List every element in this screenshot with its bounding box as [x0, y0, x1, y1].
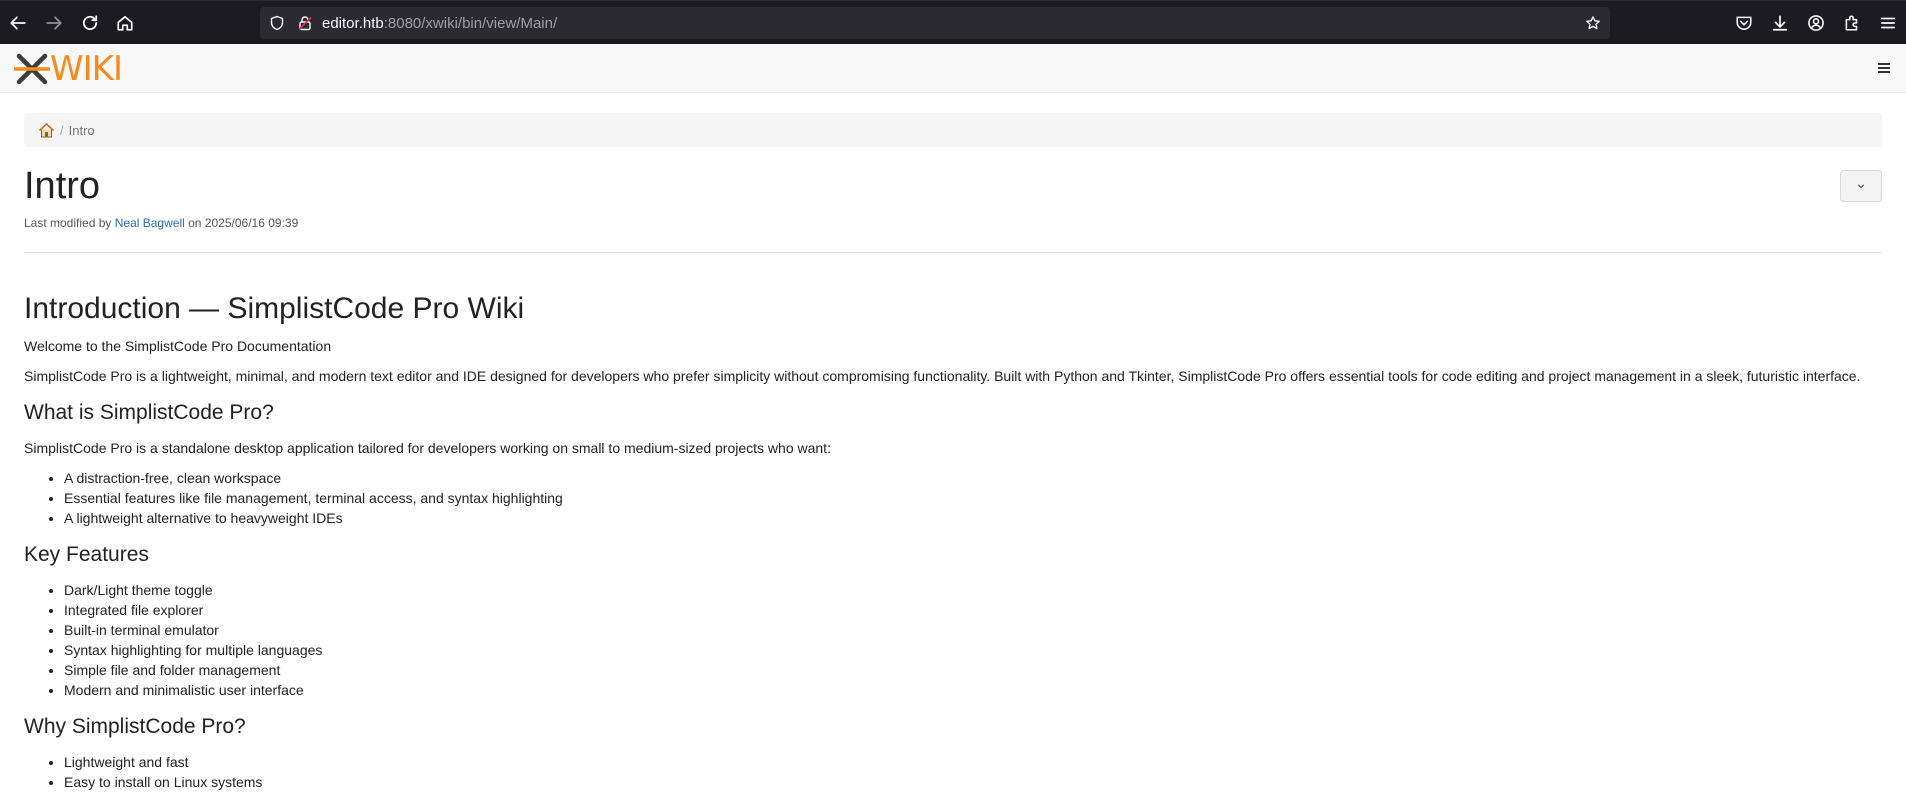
pocket-icon[interactable] — [1733, 12, 1755, 34]
breadcrumb-separator: / — [60, 122, 64, 138]
section-what-text: SimplistCode Pro is a standalone desktop… — [24, 440, 831, 456]
section-features-list: Dark/Light theme toggle Integrated file … — [24, 580, 1884, 700]
welcome-text: Welcome to the SimplistCode Pro Document… — [24, 338, 332, 354]
section-why-list: Lightweight and fast Easy to install on … — [24, 752, 1884, 792]
modified-date: 2025/06/16 09:39 — [204, 216, 299, 230]
section-features-title: Key Features — [24, 543, 149, 566]
intro-paragraph: SimplistCode Pro is a lightweight, minim… — [24, 368, 1861, 384]
page-actions-button[interactable] — [1840, 170, 1882, 202]
author-link[interactable]: Neal Bagwell — [115, 216, 185, 230]
section-what-title: What is SimplistCode Pro? — [24, 401, 274, 424]
bookmark-star-icon[interactable] — [1584, 14, 1602, 32]
address-bar[interactable]: editor.htb:8080/xwiki/bin/view/Main/ — [260, 7, 1610, 39]
list-item: Integrated file explorer — [64, 600, 1884, 620]
list-item: Lightweight and fast — [64, 752, 1884, 772]
list-item: Built-in terminal emulator — [64, 620, 1884, 640]
list-item: Simple file and folder management — [64, 660, 1884, 680]
home-icon[interactable] — [38, 122, 55, 139]
section-why-title: Why SimplistCode Pro? — [24, 715, 246, 738]
home-icon[interactable] — [111, 9, 139, 37]
xwiki-x-icon — [14, 53, 50, 85]
drawer-menu-icon[interactable] — [1876, 60, 1892, 76]
list-item: A lightweight alternative to heavyweight… — [64, 508, 1884, 528]
page-title: Intro — [24, 165, 101, 207]
logo-text: WIKI — [50, 49, 123, 89]
meta-on: on — [188, 216, 202, 230]
xwiki-header: WIKI — [0, 44, 1906, 93]
reload-icon[interactable] — [76, 9, 104, 37]
app-menu-icon[interactable] — [1877, 12, 1899, 34]
chevron-down-icon — [1857, 184, 1865, 189]
list-item: Dark/Light theme toggle — [64, 580, 1884, 600]
breadcrumb: / Intro — [24, 113, 1882, 147]
browser-toolbar: editor.htb:8080/xwiki/bin/view/Main/ — [0, 0, 1906, 44]
insecure-lock-icon[interactable] — [296, 14, 314, 32]
page-meta: Last modified by Neal Bagwell on 2025/06… — [24, 216, 298, 230]
extensions-icon[interactable] — [1841, 12, 1863, 34]
content-heading: Introduction — SimplistCode Pro Wiki — [24, 292, 525, 325]
downloads-icon[interactable] — [1769, 12, 1791, 34]
page-content: Introduction — SimplistCode Pro Wiki Wel… — [24, 288, 1884, 800]
list-item: Modern and minimalistic user interface — [64, 680, 1884, 700]
url-path: :8080/xwiki/bin/view/Main/ — [383, 15, 558, 32]
list-item: Essential features like file management,… — [64, 488, 1884, 508]
xwiki-logo[interactable]: WIKI — [14, 49, 123, 89]
section-what-list: A distraction-free, clean workspace Esse… — [24, 468, 1884, 528]
forward-arrow-icon[interactable] — [40, 9, 68, 37]
list-item: Easy to install on Linux systems — [64, 772, 1884, 792]
account-icon[interactable] — [1805, 12, 1827, 34]
url-host: editor.htb — [322, 15, 384, 32]
list-item: A distraction-free, clean workspace — [64, 468, 1884, 488]
list-item: Syntax highlighting for multiple languag… — [64, 640, 1884, 660]
shield-icon[interactable] — [268, 14, 286, 32]
meta-prefix: Last modified by — [24, 216, 112, 230]
url-text[interactable]: editor.htb:8080/xwiki/bin/view/Main/ — [322, 15, 557, 32]
breadcrumb-current[interactable]: Intro — [69, 123, 95, 138]
title-divider — [24, 252, 1882, 253]
back-arrow-icon[interactable] — [4, 9, 32, 37]
